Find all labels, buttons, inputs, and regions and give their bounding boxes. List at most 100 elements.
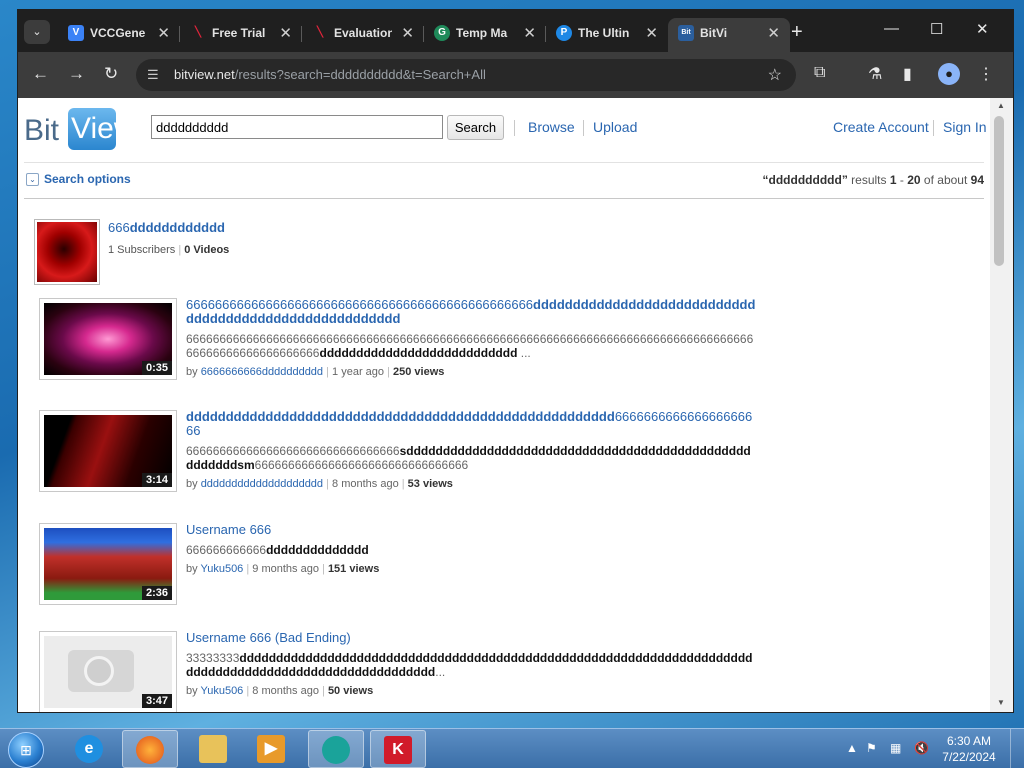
tab-close-icon[interactable]: ✕ [401,24,414,42]
menu-kebab-icon[interactable]: ⋮ [978,64,994,84]
tab-favicon-icon: V [68,25,84,41]
profile-avatar-icon[interactable]: ● [938,63,960,85]
video-description: 666666666666dddddddddddddd [186,543,369,557]
video-thumbnail[interactable]: 3:47 [39,631,177,712]
taskbar-media-player[interactable]: ▶ [244,730,300,768]
start-button[interactable]: ⊞ [8,732,44,768]
forward-icon[interactable]: → [68,64,85,84]
tab-search-button[interactable]: ⌄ [24,20,50,44]
site-info-icon[interactable]: ☰ [147,67,159,83]
channel-meta: 1 Subscribers | 0 Videos [108,244,230,256]
internet-explorer-icon: e [75,735,103,763]
app-green-icon [322,736,350,764]
results-count: “dddddddddd” results 1 - 20 of about 94 [762,173,984,187]
video-meta: by Yuku506 | 9 months ago | 151 views [186,563,380,575]
folder-icon [199,735,227,763]
new-tab-icon[interactable]: + [791,21,803,44]
search-options-link[interactable]: Search options [44,172,131,186]
minimize-icon[interactable]: — [884,20,899,37]
video-duration: 0:35 [141,361,172,375]
taskbar-firefox[interactable] [122,730,178,768]
video-title-link[interactable]: 6666666666666666666666666666666666666666… [186,298,756,326]
tab-favicon-icon: P [556,25,572,41]
video-author-link[interactable]: Yuku506 [200,563,243,575]
video-meta: by 6666666666dddddddddd | 1 year ago | 2… [186,366,445,378]
video-meta: by Yuku506 | 8 months ago | 50 views [186,685,374,697]
video-title-link[interactable]: dddddddddddddddddddddddddddddddddddddddd… [186,410,756,438]
network-icon[interactable]: ▦ [890,741,901,755]
show-desktop-button[interactable] [1010,729,1024,768]
tab-favicon-icon: G [434,25,450,41]
close-window-icon[interactable]: ✕ [976,20,989,38]
tab-title: Free Trial [212,26,266,40]
tab-the-ultimate[interactable]: P The Ultin ✕ [546,18,668,52]
video-duration: 3:14 [141,473,172,487]
video-title-link[interactable]: Username 666 [186,523,756,537]
tab-favicon-icon: ╲ [194,27,202,38]
video-title-link[interactable]: Username 666 (Bad Ending) [186,631,756,645]
reload-icon[interactable]: ↻ [104,64,118,84]
tab-evaluation[interactable]: ╲ Evaluation ✕ [302,18,424,52]
video-description: 66666666666666666666666666666666sddddddd… [186,444,751,472]
tab-close-icon[interactable]: ✕ [523,24,536,42]
volume-muted-icon[interactable]: 🔇 [914,741,929,755]
maximize-icon[interactable]: ☐ [930,20,943,38]
taskbar: ⊞ e ▶ K ▲ ⚑ ▦ 🔇 6:30 AM 7/22/2024 [0,728,1024,768]
video-meta: by dddddddddddddddddddd | 8 months ago |… [186,478,453,490]
show-hidden-icons-icon[interactable]: ▲ [846,741,858,755]
upload-link[interactable]: Upload [593,119,637,135]
address-bar[interactable]: ☰ bitview.net/results?search=dddddddddd&… [136,59,796,91]
search-input[interactable] [151,115,443,139]
back-icon[interactable]: ← [32,64,49,84]
video-thumbnail[interactable]: 0:35 [39,298,177,380]
channel-title-link[interactable]: 666dddddddddddd [108,220,225,235]
search-button[interactable]: Search [447,115,504,140]
tab-close-icon[interactable]: ✕ [767,24,780,42]
labs-flask-icon[interactable]: ⚗ [868,64,882,84]
firefox-icon [136,736,164,764]
video-description: 6666666666666666666666666666666666666666… [186,332,754,360]
tab-vccgene[interactable]: V VCCGene ✕ [58,18,180,52]
tab-title: VCCGene [90,26,146,40]
action-center-flag-icon[interactable]: ⚑ [866,741,877,755]
media-player-icon: ▶ [257,735,285,763]
scrollbar-thumb[interactable] [994,116,1004,266]
video-thumbnail[interactable]: 3:14 [39,410,177,492]
tab-temp-mail[interactable]: G Temp Ma ✕ [424,18,546,52]
bookmark-star-icon[interactable]: ☆ [768,65,782,85]
extensions-icon[interactable]: ⧉ [814,64,825,82]
side-panel-icon[interactable]: ▮ [903,64,912,84]
tab-close-icon[interactable]: ✕ [645,24,658,42]
expand-options-icon[interactable]: ⌄ [26,173,39,186]
system-clock[interactable]: 6:30 AM 7/22/2024 [938,733,1000,765]
taskbar-internet-explorer[interactable]: e [62,730,118,768]
sign-in-link[interactable]: Sign In [943,119,987,135]
video-thumbnail[interactable]: 2:36 [39,523,177,605]
taskbar-app-green[interactable] [308,730,364,768]
page-content: Bit View Search Browse Upload Create Acc… [18,98,990,712]
tab-favicon-icon: Bit [678,25,694,41]
kaspersky-icon: K [384,736,412,764]
address-url[interactable]: bitview.net/results?search=dddddddddd&t=… [174,67,486,82]
tab-close-icon[interactable]: ✕ [279,24,292,42]
tab-bitview[interactable]: Bit BitVi ✕ [668,18,790,52]
video-duration: 3:47 [141,694,172,708]
tab-free-trial[interactable]: ╲ Free Trial ✕ [180,18,302,52]
browser-window: ⌄ V VCCGene ✕ ╲ Free Trial ✕ ╲ Evaluatio… [18,10,1013,712]
scroll-down-icon[interactable]: ▼ [997,698,1005,707]
video-author-link[interactable]: 6666666666dddddddddd [201,366,323,378]
video-author-link[interactable]: dddddddddddddddddddd [201,478,323,490]
scroll-up-icon[interactable]: ▲ [997,101,1005,110]
tab-close-icon[interactable]: ✕ [157,24,170,42]
channel-avatar[interactable] [34,219,100,285]
video-duration: 2:36 [141,586,172,600]
tab-title: The Ultin [578,26,630,40]
taskbar-kaspersky[interactable]: K [370,730,426,768]
create-account-link[interactable]: Create Account [833,119,929,135]
video-author-link[interactable]: Yuku506 [200,685,243,697]
browse-link[interactable]: Browse [528,119,575,135]
taskbar-explorer[interactable] [186,730,242,768]
tab-title: BitVi [700,26,728,40]
video-description: 33333333dddddddddddddddddddddddddddddddd… [186,651,753,679]
page-scrollbar[interactable]: ▲ ▼ [990,98,1013,712]
